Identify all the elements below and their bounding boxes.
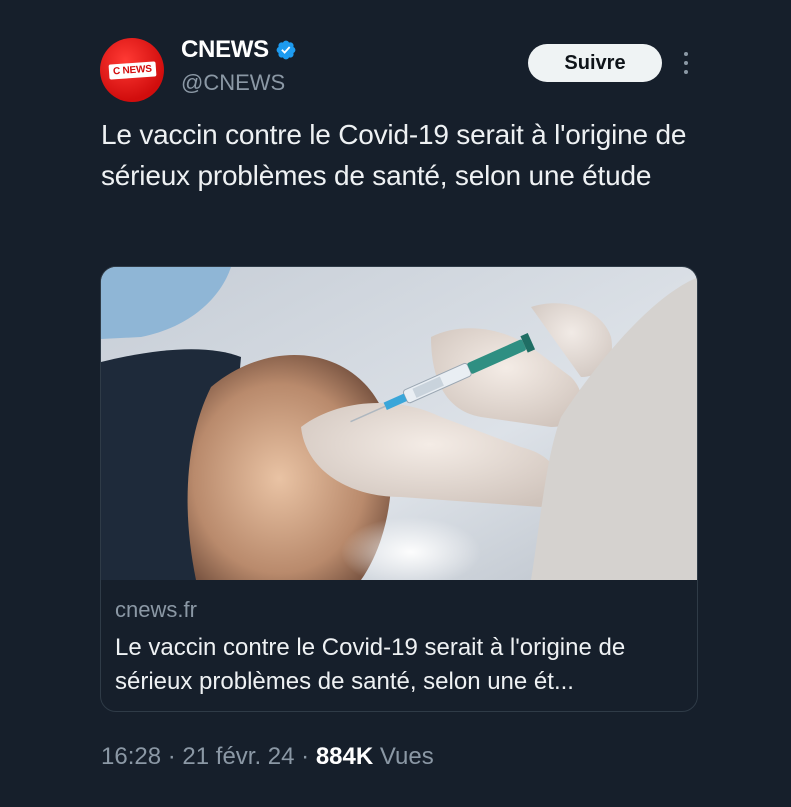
card-domain[interactable]: cnews.fr (115, 597, 197, 623)
meta-separator: · (167, 743, 176, 770)
tweet: C NEWS CNEWS @CNEWS Suivre Le vaccin con… (0, 0, 791, 807)
card-image[interactable] (101, 267, 698, 580)
card-title[interactable]: Le vaccin contre le Covid-19 serait à l'… (115, 631, 685, 699)
more-vertical-icon[interactable] (679, 50, 693, 76)
tweet-time[interactable]: 16:28 (101, 743, 161, 770)
link-card[interactable]: cnews.fr Le vaccin contre le Covid-19 se… (100, 266, 698, 712)
avatar-logo: C NEWS (108, 60, 156, 80)
display-name-row[interactable]: CNEWS (181, 36, 297, 64)
follow-button[interactable]: Suivre (528, 44, 662, 82)
views-label: Vues (379, 743, 434, 770)
tweet-meta: 16:28 · 21 févr. 24 · 884K Vues (101, 743, 434, 771)
display-name[interactable]: CNEWS (181, 36, 269, 64)
meta-separator: · (301, 743, 310, 770)
verified-badge-icon (276, 40, 296, 60)
tweet-date[interactable]: 21 févr. 24 (182, 743, 294, 770)
avatar[interactable]: C NEWS (100, 38, 164, 102)
tweet-text: Le vaccin contre le Covid-19 serait à l'… (101, 119, 687, 191)
account-handle[interactable]: @CNEWS (181, 70, 285, 96)
views-count: 884K (315, 743, 374, 770)
